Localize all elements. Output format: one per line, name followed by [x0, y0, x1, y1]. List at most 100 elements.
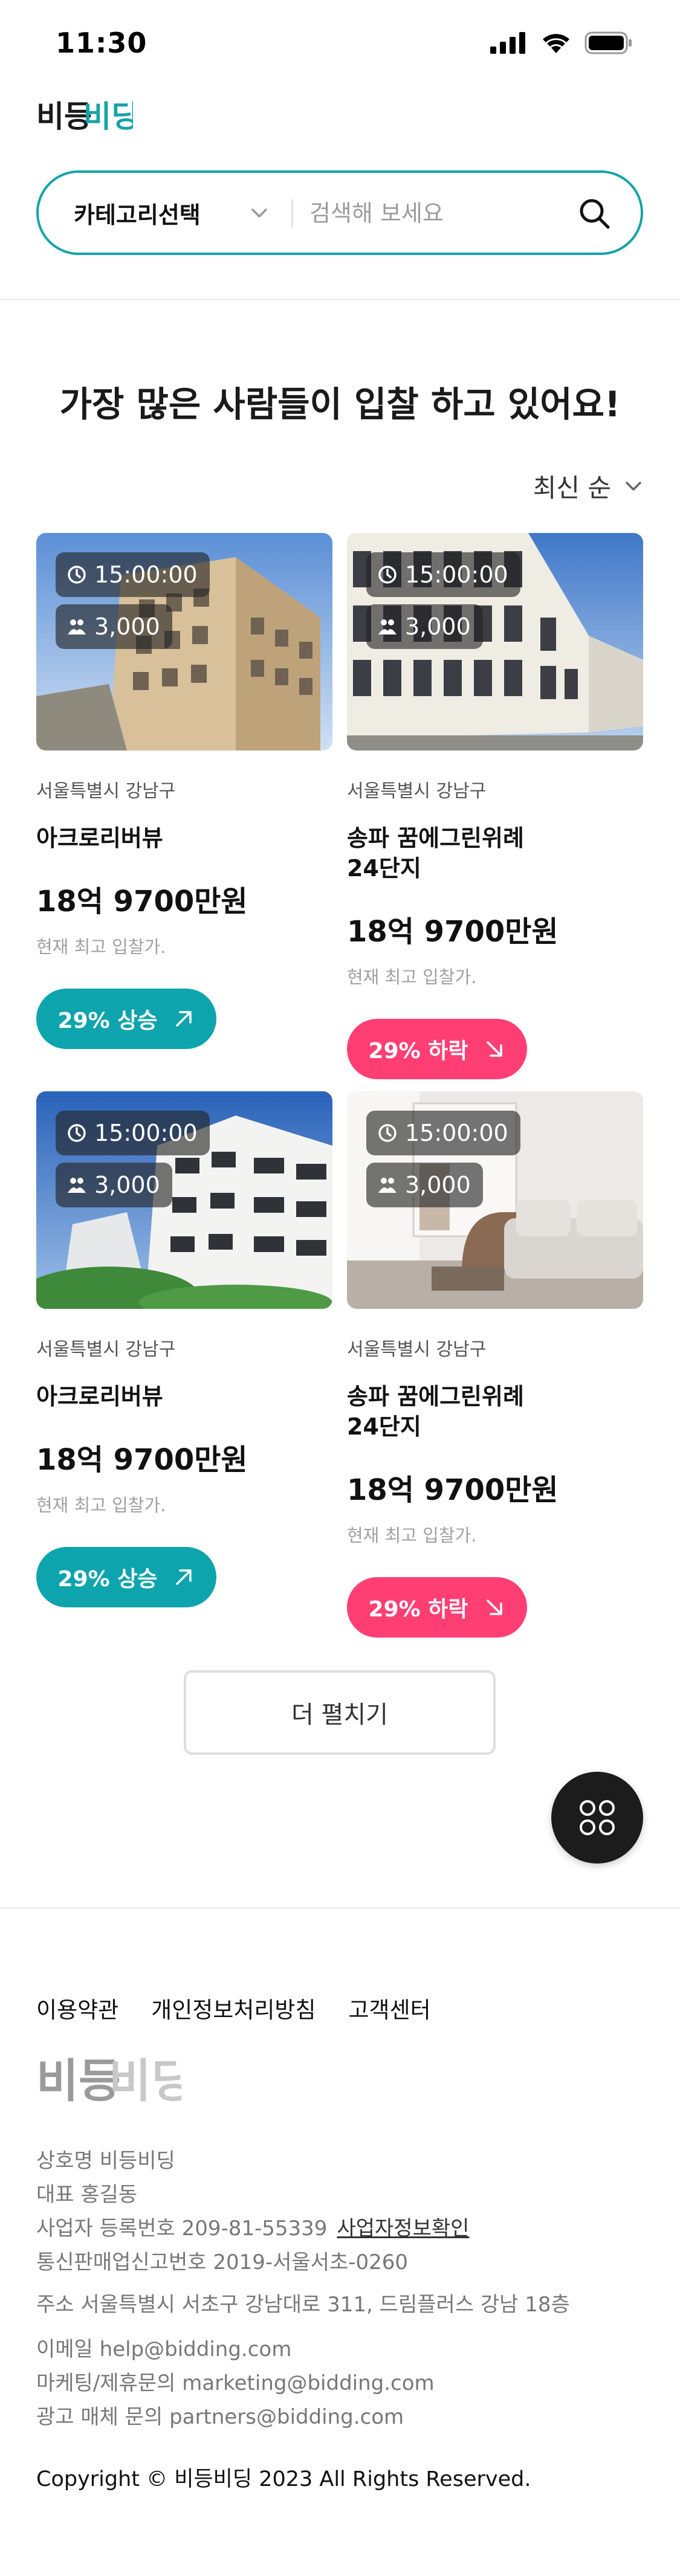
- arrow-up-right-icon: [176, 1011, 192, 1027]
- contact-info: 이메일 help@bidding.com 마케팅/제휴문의 marketing@…: [36, 2332, 435, 2434]
- arrow-up-right-icon: [176, 1569, 192, 1585]
- svg-text:비딩: 비딩: [109, 2054, 181, 2108]
- search-bar: 카테고리선택: [36, 170, 643, 255]
- sort-select[interactable]: 최신 순: [533, 468, 644, 505]
- listing-price: 18억 9700만원: [36, 1443, 248, 1477]
- mail-order-number: 통신판매업신고번호 2019-서울서초-0260: [36, 2250, 409, 2274]
- time-left-text: 15:00:00: [94, 1120, 198, 1146]
- section-title: 가장 많은 사람들이 입찰 하고 있어요!: [59, 384, 621, 425]
- listing-image-building-tan[interactable]: 15:00:00 3,000: [36, 533, 332, 751]
- listing-image-interior-living-room[interactable]: 15:00:00 3,000: [347, 1091, 643, 1309]
- battery-icon: [584, 31, 632, 54]
- footer-logo: 비등 비딩: [36, 2050, 193, 2119]
- more-button[interactable]: 더 펼치기: [184, 1670, 496, 1755]
- app-logo[interactable]: 비등 비딩: [36, 97, 139, 137]
- listing-location: 서울특별시 강남구: [36, 1339, 176, 1360]
- footer-link-terms[interactable]: 이용약관: [36, 1992, 118, 2024]
- trend-label: 29% 하락: [368, 1039, 468, 1064]
- clock-icon: [68, 566, 86, 584]
- time-left-text: 15:00:00: [405, 1120, 508, 1146]
- business-check-link[interactable]: 사업자정보확인: [337, 2216, 469, 2241]
- footer-link-support[interactable]: 고객센터: [349, 1992, 431, 2024]
- listing-location: 서울특별시 강남구: [36, 781, 176, 802]
- trend-up-button[interactable]: 29% 상승: [36, 1547, 216, 1607]
- company-name: 상호명 비등비딩: [36, 2149, 175, 2173]
- footer-links: 이용약관 개인정보처리방침 고객센터: [36, 1992, 431, 2024]
- listing-name: 송파 꿈에그린위례 24단지: [347, 825, 524, 882]
- trend-down-button[interactable]: 29% 하락: [347, 1577, 527, 1638]
- users-icon: [378, 1178, 397, 1193]
- listing-card[interactable]: 15:00:00 3,000 서울특별시 강남구 아크로리버뷰 18억 9700…: [36, 533, 332, 1049]
- listing-name: 아크로리버뷰: [36, 825, 163, 851]
- listing-card[interactable]: 15:00:00 3,000 서울특별시 강남구 송파 꿈에그린위례 24단지 …: [347, 1091, 643, 1638]
- trend-label: 29% 상승: [57, 1567, 158, 1592]
- bidders-text: 3,000: [94, 1172, 160, 1198]
- listing-price: 18억 9700만원: [36, 885, 248, 918]
- status-time: 11:30: [56, 27, 147, 59]
- listing-price-caption: 현재 최고 입찰가.: [36, 1495, 166, 1516]
- time-left-badge: 15:00:00: [56, 552, 210, 597]
- trend-down-button[interactable]: 29% 하락: [347, 1019, 527, 1079]
- users-icon: [68, 619, 86, 634]
- listing-price-caption: 현재 최고 입찰가.: [36, 937, 166, 957]
- search-divider: [291, 199, 293, 227]
- trend-label: 29% 하락: [368, 1597, 468, 1622]
- footer-divider: [0, 1907, 680, 1909]
- bidders-badge: 3,000: [366, 604, 483, 649]
- company-info: 상호명 비등비딩 대표 홍길동 사업자 등록번호 209-81-55339 사업자…: [36, 2144, 469, 2279]
- time-left-badge: 15:00:00: [366, 552, 520, 597]
- business-number-row: 사업자 등록번호 209-81-55339 사업자정보확인: [36, 2212, 469, 2245]
- arrow-down-right-icon: [487, 1041, 503, 1057]
- bidders-text: 3,000: [405, 1172, 471, 1198]
- listing-card[interactable]: 15:00:00 3,000 서울특별시 강남구 아크로리버뷰 18억 9700…: [36, 1091, 332, 1607]
- listing-price-caption: 현재 최고 입찰가.: [347, 967, 477, 987]
- time-left-badge: 15:00:00: [56, 1111, 210, 1155]
- listing-name: 송파 꿈에그린위례 24단지: [347, 1383, 524, 1440]
- svg-text:비등: 비등: [36, 2054, 121, 2108]
- search-input[interactable]: [309, 191, 600, 236]
- wifi-icon: [543, 34, 569, 53]
- bidders-text: 3,000: [94, 613, 160, 640]
- bidders-badge: 3,000: [56, 604, 172, 649]
- copyright: Copyright © 비등비딩 2023 All Rights Reserve…: [36, 2467, 531, 2491]
- sort-label: 최신 순: [533, 473, 611, 503]
- clock-icon: [378, 566, 397, 584]
- bidders-badge: 3,000: [56, 1163, 172, 1207]
- contact-marketing: 마케팅/제휴문의 marketing@bidding.com: [36, 2371, 435, 2395]
- listing-image-building-white[interactable]: 15:00:00 3,000: [36, 1091, 332, 1309]
- signal-icon: [490, 32, 525, 54]
- listing-image-building-glass[interactable]: 15:00:00 3,000: [347, 533, 643, 751]
- svg-text:비딩: 비딩: [83, 99, 133, 134]
- bidders-text: 3,000: [405, 613, 471, 640]
- category-select-label: 카테고리선택: [74, 201, 201, 228]
- status-icons: [490, 31, 633, 54]
- users-icon: [378, 619, 397, 634]
- time-left-text: 15:00:00: [405, 561, 508, 588]
- contact-ads: 광고 매체 문의 partners@bidding.com: [36, 2405, 404, 2429]
- chevron-down-icon: [251, 208, 267, 218]
- users-icon: [68, 1178, 86, 1193]
- listing-location: 서울특별시 강남구: [347, 781, 487, 802]
- time-left-badge: 15:00:00: [366, 1111, 520, 1155]
- grid-menu-icon: [580, 1800, 615, 1835]
- listing-card[interactable]: 15:00:00 3,000 서울특별시 강남구 송파 꿈에그린위례 24단지 …: [347, 533, 643, 1079]
- status-bar: 11:30: [0, 0, 680, 85]
- bidders-badge: 3,000: [366, 1163, 483, 1207]
- time-left-text: 15:00:00: [94, 561, 198, 588]
- listing-price-caption: 현재 최고 입찰가.: [347, 1525, 477, 1546]
- listing-location: 서울특별시 강남구: [347, 1339, 487, 1360]
- menu-fab-button[interactable]: [551, 1772, 643, 1864]
- listing-price: 18억 9700만원: [347, 1473, 559, 1507]
- listing-price: 18억 9700만원: [347, 915, 559, 949]
- listing-name: 아크로리버뷰: [36, 1383, 163, 1410]
- footer-link-privacy[interactable]: 개인정보처리방침: [151, 1992, 316, 2024]
- arrow-down-right-icon: [487, 1600, 503, 1615]
- search-icon[interactable]: [577, 196, 613, 232]
- trend-label: 29% 상승: [57, 1009, 158, 1033]
- trend-up-button[interactable]: 29% 상승: [36, 989, 216, 1049]
- company-address: 주소 서울특별시 서초구 강남대로 311, 드림플러스 강남 18층: [36, 2293, 570, 2317]
- clock-icon: [68, 1124, 86, 1142]
- company-representative: 대표 홍길동: [36, 2183, 138, 2207]
- contact-email: 이메일 help@bidding.com: [36, 2337, 292, 2361]
- business-number: 사업자 등록번호 209-81-55339: [36, 2216, 328, 2241]
